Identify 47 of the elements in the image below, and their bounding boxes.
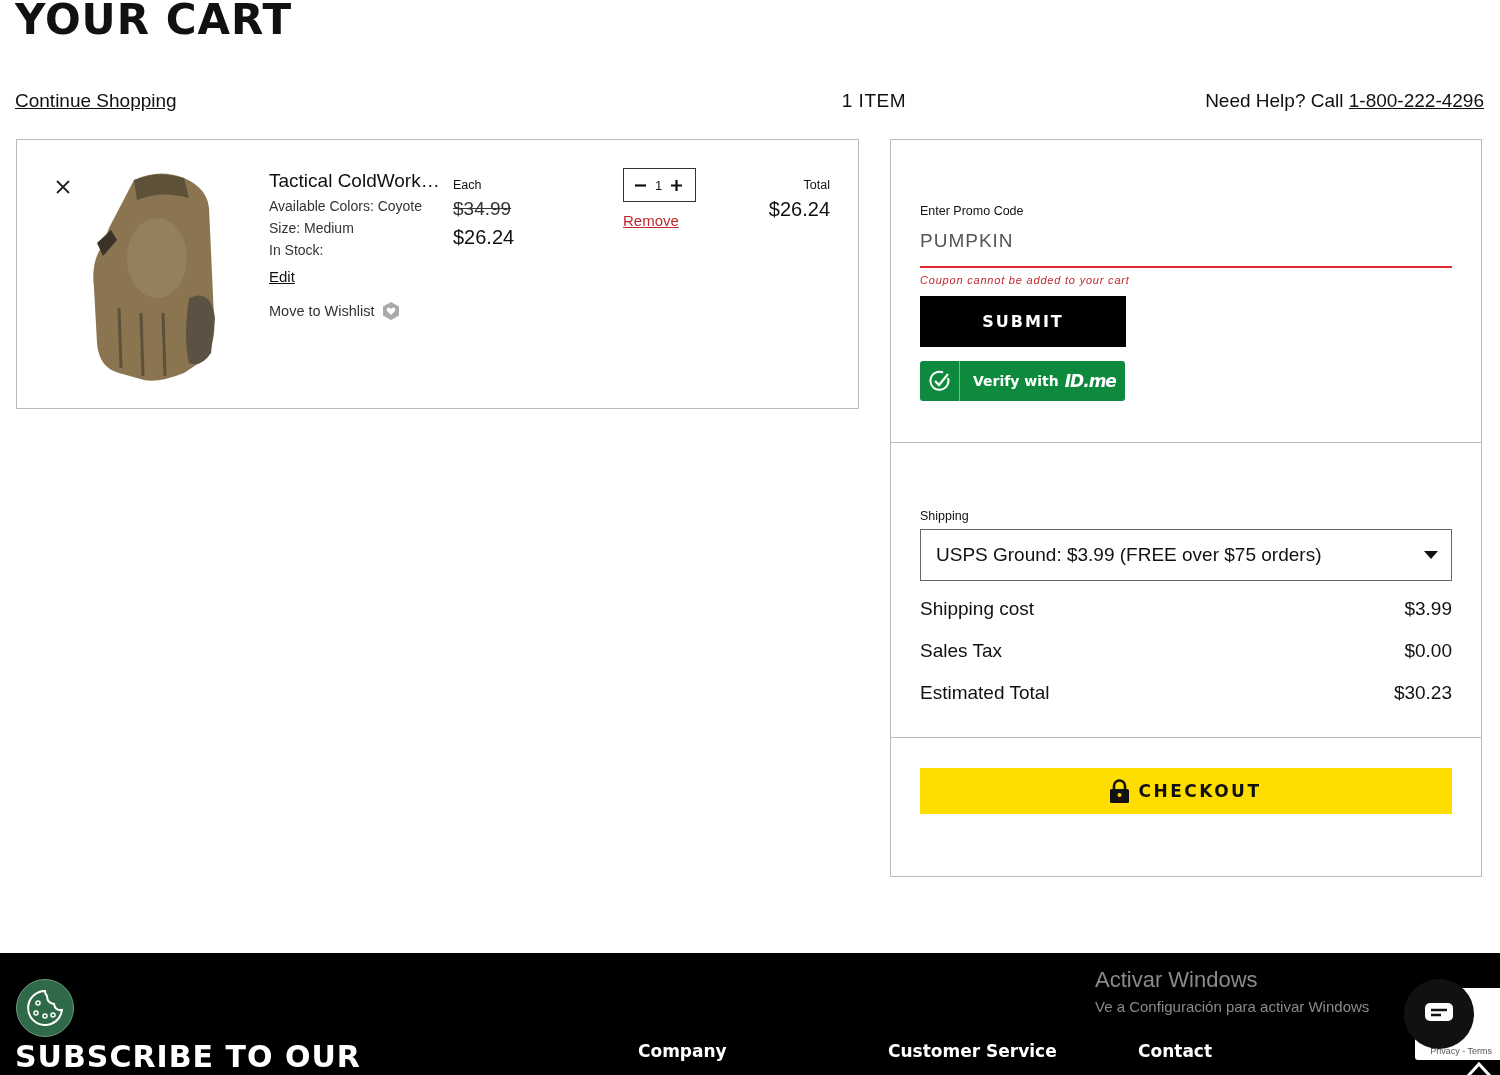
activation-notice-title: Activar Windows — [1095, 967, 1259, 993]
caret-icon — [1424, 551, 1438, 559]
each-label: Each — [453, 178, 483, 192]
product-attribute: Size: Medium — [269, 220, 355, 236]
product-name[interactable]: Tactical ColdWork… — [269, 170, 453, 192]
footer-column-heading: Contact — [1138, 1041, 1214, 1061]
checkout-button[interactable]: CHECKOUT — [920, 768, 1452, 814]
summary-label: Shipping cost — [920, 598, 1035, 621]
original-price: $34.99 — [453, 198, 513, 220]
shipping-dropdown[interactable]: USPS Ground: $3.99 (FREE over $75 orders) — [920, 529, 1452, 581]
total-label: Total — [802, 178, 830, 192]
remove-link[interactable]: Remove — [623, 212, 758, 229]
product-attribute: In Stock: — [269, 242, 325, 258]
summary-value: $30.23 — [1393, 682, 1452, 705]
subscribe-heading: SUBSCRIBE TO OUR — [15, 1041, 361, 1073]
phone-link[interactable]: 1-800-222-4296 — [1348, 90, 1484, 111]
promo-code-label: Enter Promo Code — [920, 204, 1025, 218]
promo-code-field[interactable]: PUMPKIN — [920, 218, 1452, 268]
item-count: 1 ITEM — [841, 90, 906, 112]
help-text: Need Help? Call 1-800-222-4296 — [1205, 90, 1484, 112]
footer-column-heading: Company — [638, 1041, 728, 1061]
quantity-value: 1 — [655, 177, 663, 193]
shipping-label: Shipping — [920, 509, 970, 523]
summary-label: Sales Tax — [920, 640, 1003, 663]
promo-error-message: Coupon cannot be added to your cart — [920, 274, 1131, 288]
close-icon[interactable] — [55, 179, 71, 195]
continue-shopping-link[interactable]: Continue Shopping — [15, 90, 177, 112]
product-attribute: Available Colors: Coyote — [269, 198, 424, 214]
scroll-up-icon[interactable] — [1466, 1062, 1492, 1075]
quantity-stepper[interactable]: 1 — [623, 168, 697, 202]
move-to-wishlist-link[interactable]: Move to Wishlist — [269, 303, 375, 319]
privacy-terms-text[interactable]: Privacy - Terms — [1430, 1046, 1492, 1056]
lock-icon — [1110, 779, 1130, 803]
summary-label: Estimated Total — [920, 682, 1050, 705]
footer-column-heading: Customer Service — [888, 1041, 1058, 1061]
edit-link[interactable]: Edit — [269, 268, 295, 285]
cookie-icon — [25, 988, 65, 1028]
line-total: $26.24 — [767, 198, 830, 221]
check-circle-icon — [928, 370, 951, 392]
verify-id-button[interactable]: Verify with ID.me — [920, 361, 1125, 401]
activation-notice-text: Ve a Configuración para activar Windows — [1095, 998, 1370, 1015]
summary-value: $3.99 — [1404, 598, 1452, 621]
submit-button[interactable]: SUBMIT — [920, 296, 1126, 347]
plus-icon[interactable] — [671, 179, 683, 191]
summary-value: $0.00 — [1404, 640, 1452, 663]
page-title: YOUR CART — [15, 0, 293, 40]
sale-price: $26.24 — [453, 226, 516, 249]
